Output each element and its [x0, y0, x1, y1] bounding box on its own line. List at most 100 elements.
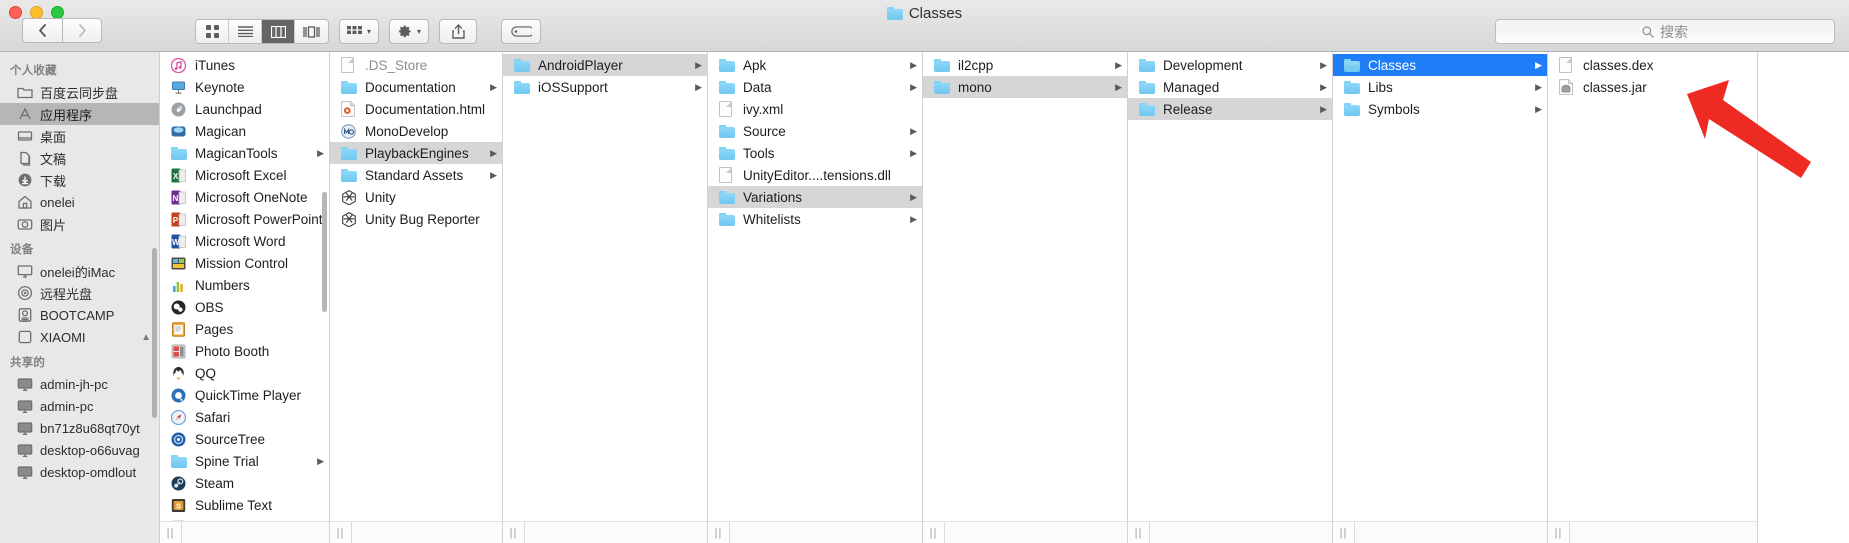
file-row[interactable]: Release ▶ [1128, 98, 1332, 120]
file-row[interactable]: Mission Control [160, 252, 329, 274]
disclosure-arrow-icon[interactable]: ▶ [309, 456, 324, 466]
disclosure-arrow-icon[interactable]: ▶ [482, 82, 497, 92]
column-resize-grip[interactable]: || [503, 521, 707, 543]
disclosure-arrow-icon[interactable]: ▶ [309, 148, 324, 158]
column-resize-grip[interactable]: || [330, 521, 502, 543]
file-row[interactable]: Spine Trial ▶ [160, 450, 329, 472]
sidebar-item-admin-jh-pc[interactable]: admin-jh-pc [0, 373, 159, 395]
file-row[interactable]: SourceTree [160, 428, 329, 450]
file-row[interactable]: Development ▶ [1128, 54, 1332, 76]
close-window-button[interactable] [9, 6, 22, 19]
column-resize-grip[interactable]: || [1548, 521, 1757, 543]
action-menu-button[interactable]: ▾ [389, 19, 430, 44]
tag-button[interactable] [501, 19, 542, 44]
file-row[interactable]: Unity Bug Reporter [330, 208, 502, 230]
file-row[interactable]: .DS_Store [330, 54, 502, 76]
sidebar-item-onelei-imac[interactable]: onelei的iMac [0, 260, 159, 282]
file-row[interactable]: X Microsoft Excel [160, 164, 329, 186]
file-row[interactable]: AndroidPlayer ▶ [503, 54, 707, 76]
file-row[interactable]: Whitelists ▶ [708, 208, 922, 230]
file-row[interactable]: QuickTime Player [160, 384, 329, 406]
gallery-view-button[interactable] [295, 20, 328, 43]
sidebar-item-xiaomi[interactable]: XIAOMI ▲ [0, 326, 159, 348]
file-row[interactable]: Magican [160, 120, 329, 142]
column-view-button[interactable] [262, 20, 295, 43]
file-row[interactable]: Standard Assets ▶ [330, 164, 502, 186]
file-row[interactable]: Steam [160, 472, 329, 494]
file-row[interactable]: Data ▶ [708, 76, 922, 98]
disclosure-arrow-icon[interactable]: ▶ [482, 170, 497, 180]
eject-icon[interactable]: ▲ [141, 332, 151, 343]
file-row[interactable]: Documentation.html [330, 98, 502, 120]
sidebar-item-[interactable]: 远程光盘 [0, 282, 159, 304]
column-resize-grip[interactable]: || [1333, 521, 1547, 543]
column-scrollbar[interactable] [322, 192, 327, 312]
sidebar-item-admin-pc[interactable]: admin-pc [0, 395, 159, 417]
file-row[interactable]: Tools ▶ [708, 142, 922, 164]
disclosure-arrow-icon[interactable]: ▶ [902, 214, 917, 224]
disclosure-arrow-icon[interactable]: ▶ [902, 148, 917, 158]
file-row[interactable]: mono ▶ [923, 76, 1127, 98]
sidebar-item-[interactable]: 下载 [0, 169, 159, 191]
disclosure-arrow-icon[interactable]: ▶ [1527, 60, 1542, 70]
file-row[interactable]: N Microsoft OneNote [160, 186, 329, 208]
sidebar-item-[interactable]: 应用程序 [0, 103, 159, 125]
group-by-button[interactable]: ▾ [339, 19, 380, 44]
disclosure-arrow-icon[interactable]: ▶ [1107, 60, 1122, 70]
file-row[interactable]: P Microsoft PowerPoint [160, 208, 329, 230]
file-row[interactable]: Apk ▶ [708, 54, 922, 76]
file-row[interactable]: W Microsoft Word [160, 230, 329, 252]
file-row[interactable]: classes.jar [1548, 76, 1757, 98]
file-row[interactable]: MagicanTools ▶ [160, 142, 329, 164]
file-row[interactable]: iTunes [160, 54, 329, 76]
file-row[interactable]: Variations ▶ [708, 186, 922, 208]
column-resize-grip[interactable]: || [708, 521, 922, 543]
sidebar-item-[interactable]: 图片 [0, 213, 159, 235]
file-row[interactable]: classes.dex [1548, 54, 1757, 76]
list-view-button[interactable] [229, 20, 262, 43]
file-row[interactable]: Unity [330, 186, 502, 208]
disclosure-arrow-icon[interactable]: ▶ [902, 82, 917, 92]
disclosure-arrow-icon[interactable]: ▶ [482, 148, 497, 158]
sidebar-item-[interactable]: 百度云同步盘 [0, 81, 159, 103]
file-row[interactable]: S Sublime Text [160, 494, 329, 516]
disclosure-arrow-icon[interactable]: ▶ [1107, 82, 1122, 92]
disclosure-arrow-icon[interactable]: ▶ [687, 60, 702, 70]
share-button[interactable] [439, 19, 478, 44]
back-button[interactable] [22, 18, 62, 43]
disclosure-arrow-icon[interactable]: ▶ [1312, 60, 1327, 70]
sidebar-item-[interactable]: 文稿 [0, 147, 159, 169]
file-row[interactable]: OBS [160, 296, 329, 318]
file-row[interactable]: UnityEditor....tensions.dll [708, 164, 922, 186]
disclosure-arrow-icon[interactable]: ▶ [1312, 82, 1327, 92]
icon-view-button[interactable] [196, 20, 229, 43]
sidebar-item-onelei[interactable]: onelei [0, 191, 159, 213]
sidebar-item-bn71z8u68qt70yt[interactable]: bn71z8u68qt70yt [0, 417, 159, 439]
file-row[interactable]: Photo Booth [160, 340, 329, 362]
file-row[interactable]: ivy.xml [708, 98, 922, 120]
disclosure-arrow-icon[interactable]: ▶ [1312, 104, 1327, 114]
forward-button[interactable] [62, 18, 102, 43]
file-row[interactable]: Pages [160, 318, 329, 340]
file-row[interactable]: PlaybackEngines ▶ [330, 142, 502, 164]
disclosure-arrow-icon[interactable]: ▶ [902, 192, 917, 202]
file-row[interactable]: Numbers [160, 274, 329, 296]
column-resize-grip[interactable]: || [923, 521, 1127, 543]
file-row[interactable]: iOSSupport ▶ [503, 76, 707, 98]
sidebar-item-bootcamp[interactable]: BOOTCAMP [0, 304, 159, 326]
file-row[interactable]: Managed ▶ [1128, 76, 1332, 98]
file-row[interactable]: Symbols ▶ [1333, 98, 1547, 120]
file-row[interactable]: Classes ▶ [1333, 54, 1547, 76]
sidebar-item-desktop-omdlout[interactable]: desktop-omdlout [0, 461, 159, 483]
search-field[interactable]: 搜索 [1495, 19, 1835, 44]
file-row[interactable]: Source ▶ [708, 120, 922, 142]
sidebar-item-[interactable]: 桌面 [0, 125, 159, 147]
file-row[interactable]: Keynote [160, 76, 329, 98]
disclosure-arrow-icon[interactable]: ▶ [902, 126, 917, 136]
sidebar-scrollbar[interactable] [152, 248, 157, 418]
file-row[interactable]: il2cpp ▶ [923, 54, 1127, 76]
sidebar-item-desktop-o66uvag[interactable]: desktop-o66uvag [0, 439, 159, 461]
file-row[interactable]: QQ [160, 362, 329, 384]
disclosure-arrow-icon[interactable]: ▶ [902, 60, 917, 70]
file-row[interactable]: Launchpad [160, 98, 329, 120]
